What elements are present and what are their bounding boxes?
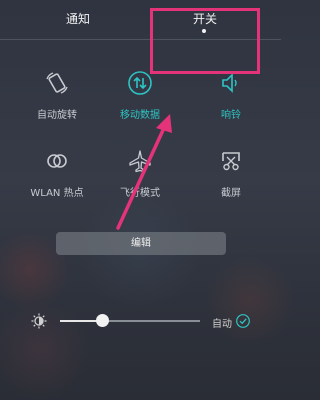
- auto-brightness-label: 自动: [212, 319, 232, 330]
- auto-rotate-icon: [46, 72, 68, 94]
- annotation-highlight-box: [150, 8, 260, 74]
- hotspot-icon: [47, 154, 67, 168]
- toggle-label: 响铃: [221, 110, 241, 121]
- toggle-label: 截屏: [221, 188, 241, 199]
- toggle-screenshot[interactable]: 截屏: [191, 148, 271, 199]
- toggle-label: 飞行模式: [120, 188, 160, 199]
- toggle-auto-rotate[interactable]: 自动旋转: [17, 70, 97, 121]
- toggle-hotspot[interactable]: WLAN 热点: [17, 148, 97, 199]
- toggle-label: WLAN 热点: [30, 188, 84, 199]
- toggle-mobile-data[interactable]: 移动数据: [100, 70, 180, 121]
- screenshot-icon: [222, 152, 240, 171]
- brightness-slider-thumb[interactable]: [95, 314, 109, 327]
- toggle-label: 移动数据: [120, 110, 160, 121]
- toggle-label: 自动旋转: [37, 110, 77, 121]
- toggle-airplane[interactable]: 飞行模式: [100, 148, 180, 199]
- toggle-ringer[interactable]: 响铃: [191, 70, 271, 121]
- tab-notifications[interactable]: 通知: [66, 10, 90, 27]
- brightness-bar: 自动: [0, 306, 281, 336]
- auto-brightness-checkbox[interactable]: [236, 314, 250, 328]
- brightness-icon: [31, 313, 47, 329]
- brightness-slider[interactable]: [60, 320, 200, 322]
- airplane-icon: [129, 150, 151, 173]
- edit-button[interactable]: 编辑: [56, 232, 226, 255]
